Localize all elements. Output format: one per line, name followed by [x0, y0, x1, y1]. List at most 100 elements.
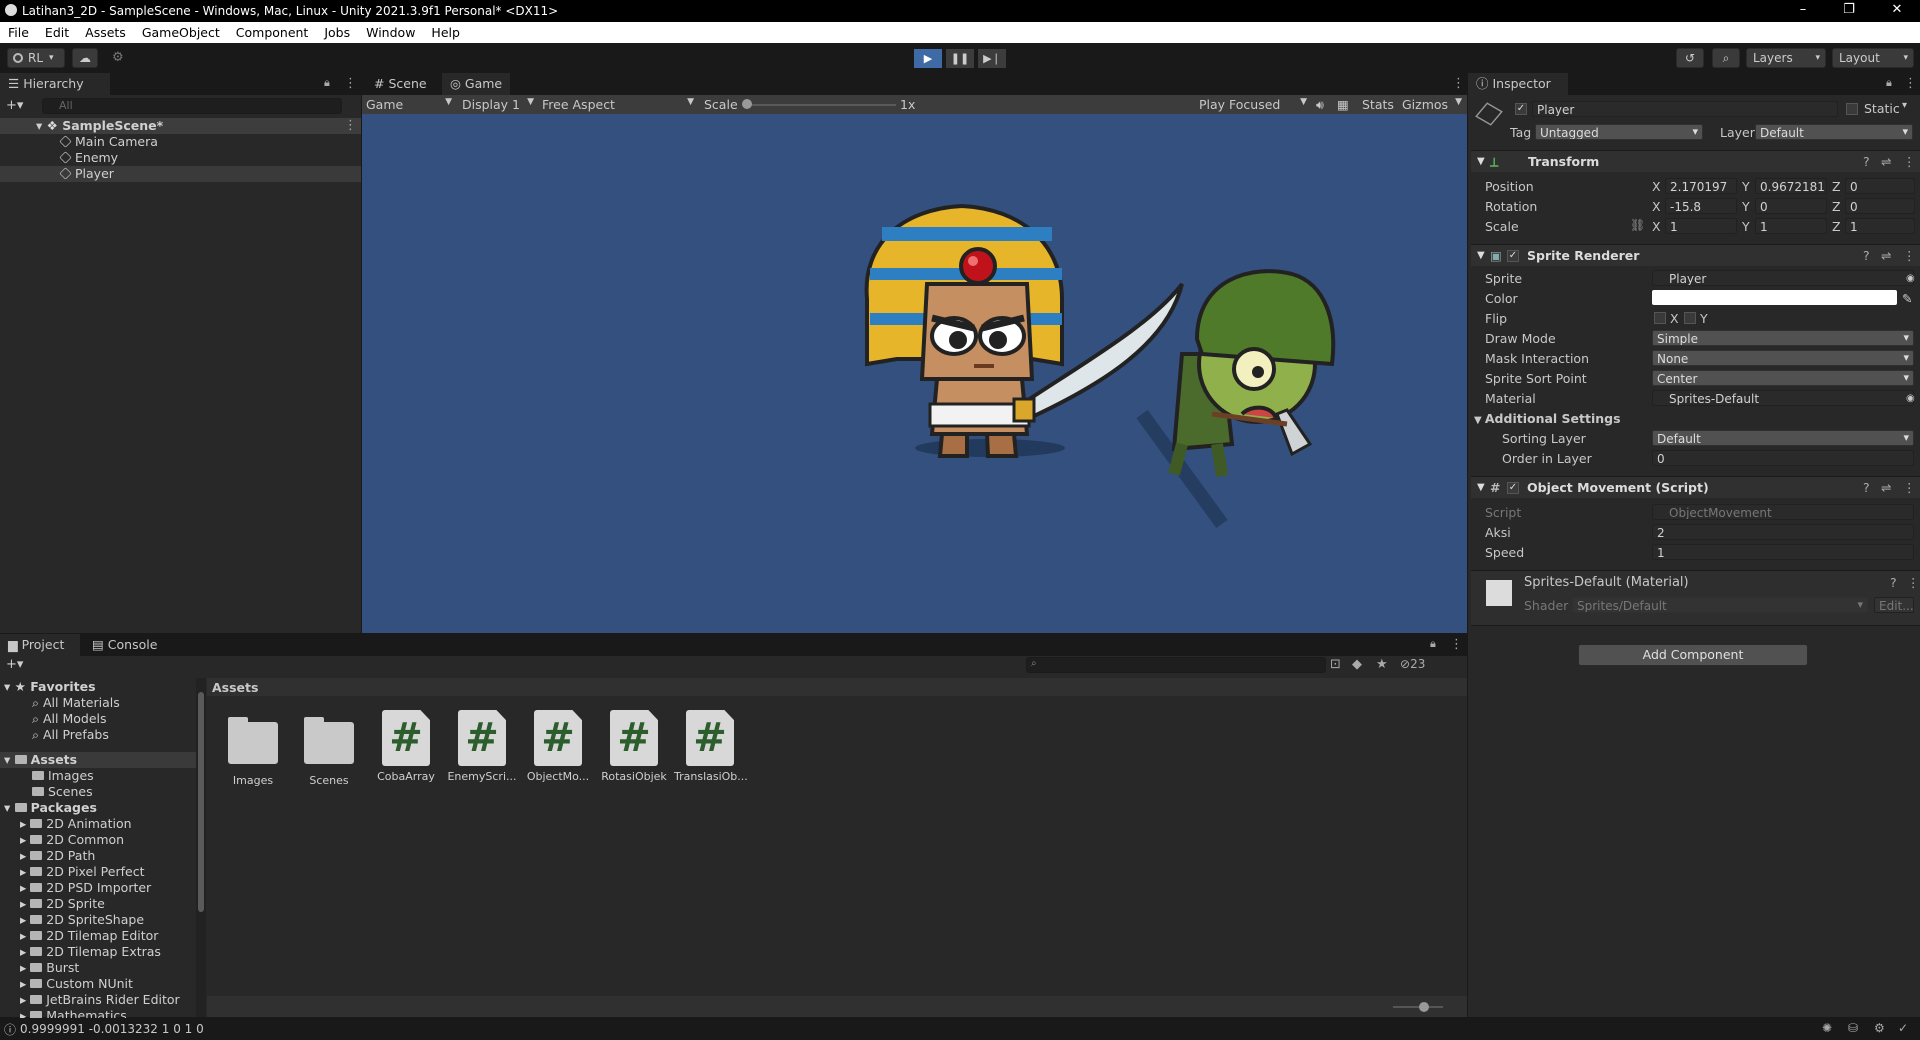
sprite-field[interactable]: Player: [1652, 270, 1914, 286]
component-menu-icon[interactable]: ⋮: [1903, 151, 1916, 173]
menu-jobs[interactable]: Jobs: [316, 22, 358, 43]
favorites-foldout[interactable]: ▾ ★ Favorites: [4, 679, 96, 695]
search-by-type-icon[interactable]: ⊡: [1330, 657, 1341, 672]
object-name-field[interactable]: Player: [1532, 101, 1838, 117]
preset-icon[interactable]: ⇌: [1881, 477, 1891, 499]
gizmos-dropdown[interactable]: Gizmos ▼: [1402, 97, 1462, 112]
inspector-lock-icon[interactable]: 🔒︎: [1886, 76, 1892, 90]
tab-scene[interactable]: # Scene: [366, 73, 435, 95]
speed-field[interactable]: 1: [1652, 544, 1914, 560]
foldout-arrow-icon[interactable]: ▸: [20, 976, 30, 991]
foldout-arrow-icon[interactable]: ▸: [20, 816, 30, 831]
additional-settings-foldout[interactable]: ▼ Additional Settings: [1474, 411, 1621, 427]
scale-slider[interactable]: [746, 104, 896, 106]
package-item[interactable]: ▸ JetBrains Rider Editor: [20, 992, 180, 1008]
display-dropdown[interactable]: Display 1 ▼: [462, 97, 534, 112]
aspect-dropdown[interactable]: Free Aspect ▼: [542, 97, 694, 112]
create-asset-button[interactable]: +▾: [6, 657, 23, 672]
package-item[interactable]: ▸ Custom NUnit: [20, 976, 133, 992]
icon-size-slider[interactable]: [1393, 1006, 1443, 1008]
package-item[interactable]: ▸ 2D SpriteShape: [20, 912, 144, 928]
foldout-arrow-icon[interactable]: ▸: [20, 848, 30, 863]
static-checkbox[interactable]: [1846, 103, 1858, 115]
folder-scenes[interactable]: Scenes: [32, 784, 93, 800]
sprite-renderer-enabled-checkbox[interactable]: ✓: [1507, 250, 1519, 262]
active-checkbox[interactable]: ✓: [1515, 103, 1527, 115]
lock-icon[interactable]: 🔒︎: [324, 76, 330, 90]
order-in-layer-field[interactable]: 0: [1652, 450, 1914, 466]
material-field[interactable]: Sprites-Default: [1652, 390, 1914, 406]
scene-menu-icon[interactable]: ⋮: [344, 118, 357, 133]
menu-help[interactable]: Help: [423, 22, 468, 43]
foldout-arrow-icon[interactable]: ▸: [20, 896, 30, 911]
menu-gameobject[interactable]: GameObject: [134, 22, 228, 43]
package-item[interactable]: ▸ 2D Animation: [20, 816, 132, 832]
packages-folder-item[interactable]: ▾ Packages: [4, 800, 97, 816]
rotation-y-field[interactable]: 0: [1755, 198, 1827, 214]
foldout-arrow-icon[interactable]: ▸: [20, 864, 30, 879]
search-by-label-icon[interactable]: ◆: [1352, 657, 1362, 672]
add-gameobject-button[interactable]: +▾: [6, 98, 23, 113]
package-item[interactable]: ▸ Burst: [20, 960, 79, 976]
rotation-z-field[interactable]: 0: [1845, 198, 1915, 214]
hierarchy-item-main-camera[interactable]: Main Camera: [59, 134, 158, 150]
package-item[interactable]: ▸ 2D Path: [20, 848, 95, 864]
pause-button[interactable]: ❚❚: [946, 49, 974, 68]
flip-x-checkbox[interactable]: [1654, 312, 1666, 324]
position-y-field[interactable]: 0.9672181: [1755, 178, 1827, 194]
shader-edit-button[interactable]: Edit...: [1874, 597, 1914, 613]
asset-script-cobaarray[interactable]: # CobaArray: [370, 710, 442, 783]
hidden-packages-toggle[interactable]: ⊘23: [1400, 657, 1425, 671]
icon-size-slider-handle[interactable]: [1419, 1002, 1429, 1012]
mute-audio-icon[interactable]: 🔊︎: [1316, 97, 1324, 113]
scale-y-field[interactable]: 1: [1755, 218, 1827, 234]
menu-edit[interactable]: Edit: [37, 22, 77, 43]
foldout-arrow-icon[interactable]: ▸: [20, 992, 30, 1007]
shader-dropdown[interactable]: Sprites/Default: [1572, 597, 1868, 613]
foldout-arrow-icon[interactable]: ▸: [20, 960, 30, 975]
foldout-arrow-icon[interactable]: ▸: [20, 928, 30, 943]
asset-folder-images[interactable]: Images: [217, 710, 289, 787]
add-component-button[interactable]: Add Component: [1578, 644, 1808, 666]
folder-images[interactable]: Images: [32, 768, 94, 784]
play-focused-dropdown[interactable]: Play Focused ▼: [1199, 97, 1307, 112]
help-icon[interactable]: ?: [1863, 245, 1870, 267]
panel-menu-icon[interactable]: ⋮: [344, 76, 357, 91]
script-enabled-checkbox[interactable]: ✓: [1507, 482, 1519, 494]
assets-folder-item[interactable]: ▾ Assets: [4, 752, 77, 768]
step-button[interactable]: ▶❘: [978, 49, 1006, 68]
collab-icon[interactable]: ⚙: [112, 50, 124, 65]
material-menu-icon[interactable]: ⋮: [1907, 575, 1920, 591]
asset-script-rotasiobjek[interactable]: # RotasiObjek: [598, 710, 670, 783]
foldout-arrow-icon[interactable]: ▸: [20, 912, 30, 927]
static-dropdown-icon[interactable]: ▾: [1902, 100, 1907, 111]
position-z-field[interactable]: 0: [1845, 178, 1915, 194]
inspector-menu-icon[interactable]: ⋮: [1904, 76, 1917, 91]
object-picker-icon[interactable]: ◉: [1906, 391, 1915, 407]
package-item[interactable]: ▸ 2D Pixel Perfect: [20, 864, 144, 880]
color-swatch[interactable]: [1652, 290, 1897, 305]
cache-icon[interactable]: ⛁: [1848, 1021, 1858, 1035]
package-item[interactable]: ▸ 2D Tilemap Editor: [20, 928, 158, 944]
package-item[interactable]: ▸ 2D Common: [20, 832, 124, 848]
play-button[interactable]: ▶: [914, 49, 942, 68]
layout-dropdown[interactable]: Layout ▾: [1832, 48, 1914, 68]
foldout-arrow-icon[interactable]: ▸: [20, 880, 30, 895]
help-icon[interactable]: ?: [1863, 477, 1870, 499]
menu-component[interactable]: Component: [228, 22, 317, 43]
position-x-field[interactable]: 2.170197: [1665, 178, 1737, 194]
undo-history-button[interactable]: ↺: [1676, 48, 1704, 68]
object-picker-icon[interactable]: ◉: [1906, 271, 1915, 287]
tree-scrollbar[interactable]: [196, 678, 206, 1017]
minimize-button[interactable]: –: [1780, 0, 1826, 22]
eyedropper-icon[interactable]: ✎: [1902, 291, 1912, 307]
saved-search-icon[interactable]: ★: [1376, 657, 1388, 672]
sorting-layer-dropdown[interactable]: Default: [1652, 430, 1914, 446]
favorite-all-prefabs[interactable]: ⌕ All Prefabs: [32, 727, 109, 743]
game-render-area[interactable]: [362, 114, 1467, 633]
hierarchy-item-player[interactable]: Player: [59, 166, 114, 182]
progress-icon[interactable]: ⚙: [1874, 1021, 1885, 1035]
scale-z-field[interactable]: 1: [1845, 218, 1915, 234]
foldout-arrow-icon[interactable]: ▸: [20, 832, 30, 847]
shortcuts-icon[interactable]: ▦: [1337, 97, 1349, 112]
